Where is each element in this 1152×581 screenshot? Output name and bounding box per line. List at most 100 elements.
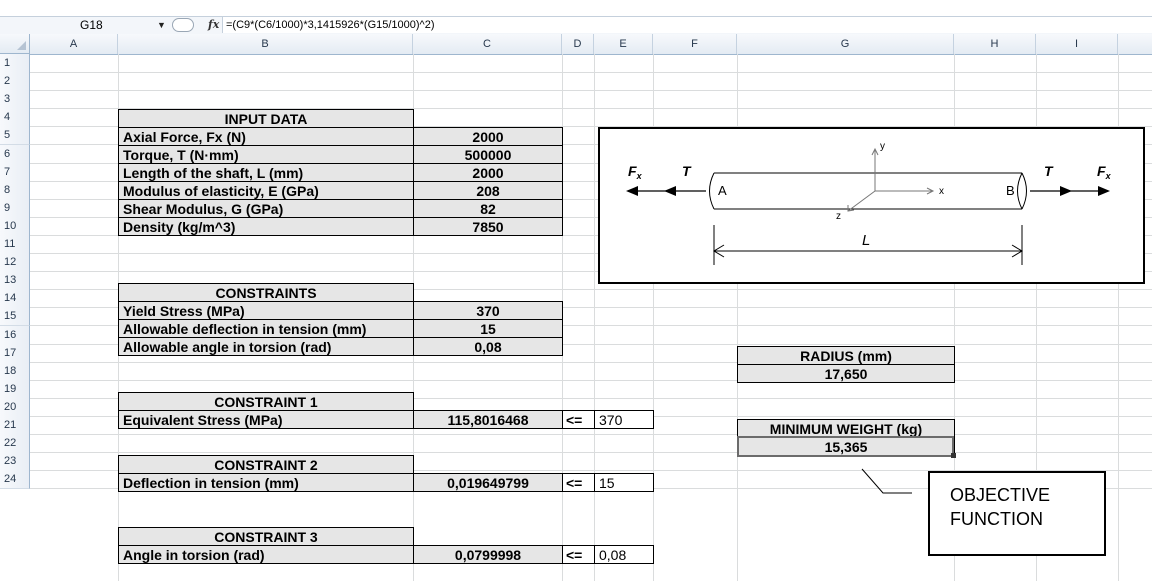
fx-left-label-sub: x [636, 171, 643, 181]
column-header-e[interactable]: E [594, 34, 653, 54]
constraint2-value[interactable]: 0,019649799 [413, 473, 563, 492]
constraint3-operator[interactable]: <= [562, 545, 595, 564]
input-value-density[interactable]: 7850 [413, 217, 563, 236]
fx-left-label: Fx [628, 163, 643, 181]
shaft-left-end [709, 172, 715, 210]
row-header-9[interactable]: 9 [0, 199, 30, 218]
input-label-axial-force[interactable]: Axial Force, Fx (N) [118, 127, 414, 146]
column-header-i[interactable]: I [1036, 34, 1118, 54]
objective-function-callout: OBJECTIVE FUNCTION [928, 471, 1106, 556]
row-header-8[interactable]: 8 [0, 181, 30, 200]
input-value-torque[interactable]: 500000 [413, 145, 563, 164]
gridline [30, 90, 1152, 91]
input-value-modulus-e[interactable]: 208 [413, 181, 563, 200]
constraint-value-deflection[interactable]: 15 [413, 319, 563, 338]
fx-right-label-sub: x [1105, 171, 1112, 181]
row-header-10[interactable]: 10 [0, 217, 30, 236]
input-label-modulus-e[interactable]: Modulus of elasticity, E (GPa) [118, 181, 414, 200]
constraint3-value[interactable]: 0,0799998 [413, 545, 563, 564]
row-header-16[interactable]: 16 [0, 326, 30, 345]
callout-line-1: OBJECTIVE [950, 485, 1051, 505]
shaft-diagram: Fx T A B T Fx y x z L [598, 127, 1145, 284]
name-box[interactable]: G18 [60, 17, 160, 33]
input-value-axial-force[interactable]: 2000 [413, 127, 563, 146]
column-header-g[interactable]: G [737, 34, 954, 54]
row-header-1[interactable]: 1 [0, 54, 30, 73]
constraint-label-angle[interactable]: Allowable angle in torsion (rad) [118, 337, 414, 356]
constraint3-title[interactable]: CONSTRAINT 3 [118, 527, 414, 546]
row-header-14[interactable]: 14 [0, 289, 30, 308]
column-header-f[interactable]: F [653, 34, 737, 54]
input-data-title[interactable]: INPUT DATA [118, 109, 414, 128]
constraint2-title[interactable]: CONSTRAINT 2 [118, 455, 414, 474]
formula-input[interactable]: =(C9*(C6/1000)*3,1415926*(G15/1000)^2) [226, 17, 435, 33]
constraint-value-angle[interactable]: 0,08 [413, 337, 563, 356]
fill-handle[interactable] [951, 453, 956, 458]
select-all-corner[interactable] [0, 34, 30, 54]
insert-function-icon[interactable]: fx [208, 17, 219, 33]
row-header-6[interactable]: 6 [0, 145, 30, 164]
constraint2-label[interactable]: Deflection in tension (mm) [118, 473, 414, 492]
callout-line-2: FUNCTION [950, 509, 1043, 529]
row-header-24[interactable]: 24 [0, 470, 30, 489]
row-header-11[interactable]: 11 [0, 235, 30, 254]
radius-value[interactable]: 17,650 [737, 364, 955, 383]
t-right-label: T [1044, 163, 1054, 179]
input-label-shear-modulus[interactable]: Shear Modulus, G (GPa) [118, 199, 414, 218]
input-label-density[interactable]: Density (kg/m^3) [118, 217, 414, 236]
constraint2-limit[interactable]: 15 [594, 473, 654, 492]
constraint2-operator[interactable]: <= [562, 473, 595, 492]
t-left-label: T [682, 163, 692, 179]
selected-cell-outline [737, 436, 954, 457]
gridline [30, 362, 1152, 363]
column-header-c[interactable]: C [413, 34, 562, 54]
constraint1-label[interactable]: Equivalent Stress (MPa) [118, 410, 414, 429]
column-header-a[interactable]: A [30, 34, 118, 54]
row-header-3[interactable]: 3 [0, 90, 30, 109]
constraints-title[interactable]: CONSTRAINTS [118, 283, 414, 302]
radius-title[interactable]: RADIUS (mm) [737, 346, 955, 365]
row-header-18[interactable]: 18 [0, 362, 30, 381]
column-header-h[interactable]: H [954, 34, 1036, 54]
input-value-shear-modulus[interactable]: 82 [413, 199, 563, 218]
input-value-length[interactable]: 2000 [413, 163, 563, 182]
column-header-d[interactable]: D [562, 34, 594, 54]
row-header-13[interactable]: 13 [0, 271, 30, 290]
name-box-dropdown-icon[interactable]: ▼ [157, 17, 166, 33]
gridline [30, 434, 1152, 435]
constraint1-title[interactable]: CONSTRAINT 1 [118, 392, 414, 411]
row-header-21[interactable]: 21 [0, 416, 30, 435]
gridline [30, 452, 1152, 453]
row-header-4[interactable]: 4 [0, 108, 30, 127]
column-header-b[interactable]: B [118, 34, 413, 54]
constraint3-limit[interactable]: 0,08 [594, 545, 654, 564]
constraint-value-yield-stress[interactable]: 370 [413, 301, 563, 320]
row-header-12[interactable]: 12 [0, 253, 30, 272]
row-header-23[interactable]: 23 [0, 452, 30, 471]
formula-controls-icon[interactable] [172, 18, 194, 32]
formula-bar: G18 ▼ fx =(C9*(C6/1000)*3,1415926*(G15/1… [0, 0, 1152, 36]
shaft-right-end [1021, 172, 1027, 210]
callout-leader-line [861, 468, 912, 494]
end-b-label: B [1006, 183, 1015, 198]
constraint-label-deflection[interactable]: Allowable deflection in tension (mm) [118, 319, 414, 338]
row-header-22[interactable]: 22 [0, 434, 30, 453]
gridline [594, 54, 595, 581]
constraint3-label[interactable]: Angle in torsion (rad) [118, 545, 414, 564]
constraint-label-yield-stress[interactable]: Yield Stress (MPa) [118, 301, 414, 320]
row-header-7[interactable]: 7 [0, 163, 30, 182]
row-header-2[interactable]: 2 [0, 72, 30, 91]
constraint1-operator[interactable]: <= [562, 410, 595, 429]
input-label-torque[interactable]: Torque, T (N·mm) [118, 145, 414, 164]
input-label-length[interactable]: Length of the shaft, L (mm) [118, 163, 414, 182]
row-header-5[interactable]: 5 [0, 126, 30, 145]
constraint1-limit[interactable]: 370 [594, 410, 654, 429]
row-header-20[interactable]: 20 [0, 398, 30, 417]
length-label: L [862, 232, 870, 249]
row-header-15[interactable]: 15 [0, 307, 30, 326]
row-header-19[interactable]: 19 [0, 380, 30, 399]
gridline [30, 72, 1152, 73]
right-fx-arrowhead [1098, 186, 1110, 196]
constraint1-value[interactable]: 115,8016468 [413, 410, 563, 429]
row-header-17[interactable]: 17 [0, 344, 30, 363]
